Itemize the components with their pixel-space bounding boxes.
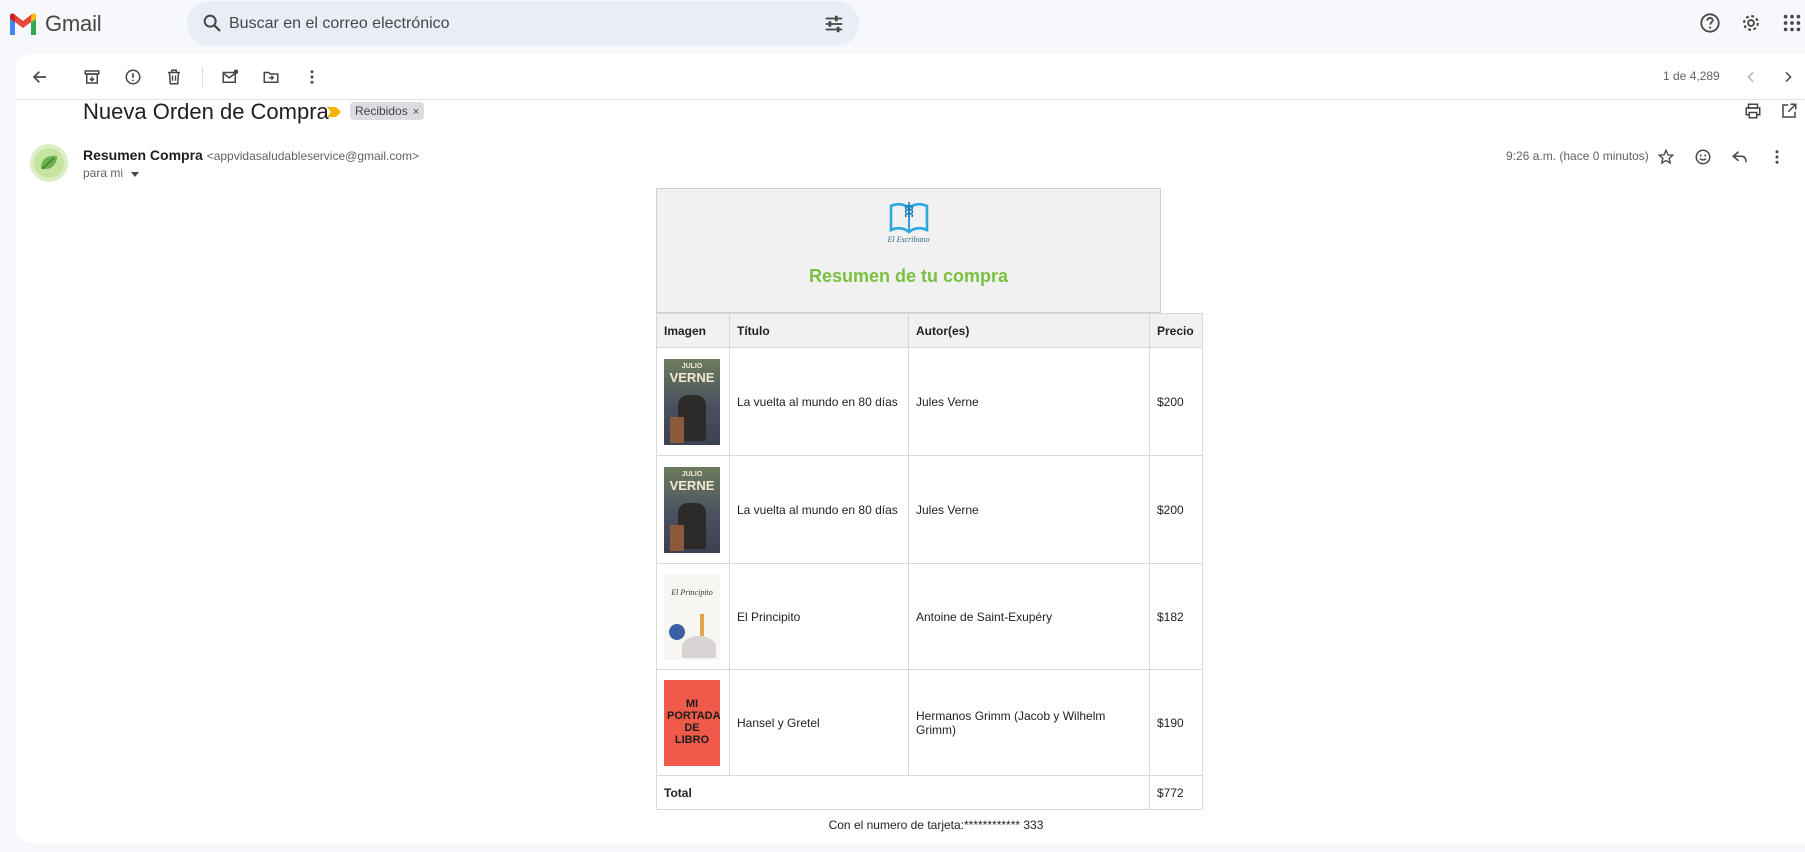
search-bar[interactable]: Buscar en el correo electrónico [187,1,859,46]
toolbar-divider [202,67,203,87]
print-icon[interactable] [1744,102,1762,120]
book-title: El Principito [729,563,909,670]
book-author: Antoine de Saint-Exupéry [908,563,1150,670]
help-icon[interactable] [1699,12,1721,34]
move-to-folder-icon[interactable] [260,66,282,88]
book-price: $182 [1149,563,1203,670]
search-options-icon[interactable] [823,13,845,35]
brand-name: El Escribano [887,235,930,244]
leaf-icon [30,144,68,182]
cover-text: JULIO [681,470,703,478]
recipient-details[interactable]: para mi [83,166,141,180]
sender-name[interactable]: Resumen Compra [83,147,203,163]
column-header-price: Precio [1149,313,1203,348]
older-chevron-right-icon[interactable] [1777,66,1799,88]
table-row: El Principito El Principito Antoine de S… [656,563,1203,670]
open-book-logo-icon [889,202,929,234]
cover-illustration [670,524,684,551]
received-time: 9:26 a.m. (hace 0 minutos) [1506,149,1649,163]
book-author: Jules Verne [908,347,1150,456]
total-row: Total $772 [656,775,1203,810]
book-title: Hansel y Gretel [729,669,909,776]
top-bar: Gmail Buscar en el correo electrónico [0,0,1805,47]
caret-down-icon[interactable] [129,169,141,179]
search-input[interactable]: Buscar en el correo electrónico [229,15,450,33]
cover-title: El Principito [671,587,713,597]
apps-grid-icon[interactable] [1781,12,1803,34]
delete-trash-icon[interactable] [163,66,185,88]
recipient-label: para mi [83,166,124,180]
book-price: $200 [1149,347,1203,456]
settings-gear-icon[interactable] [1740,12,1762,34]
sender-avatar[interactable] [30,144,68,182]
pagination-count: 1 de 4,289 [1663,69,1720,83]
book-author: Jules Verne [908,455,1150,564]
message-toolbar: 1 de 4,289 [16,54,1805,100]
cover-illustration [670,416,684,443]
cover-title: MI PORTADA DE LIBRO [667,697,720,746]
book-cover-image[interactable]: JULIO VERNE [664,358,720,445]
message-more-icon[interactable] [1767,147,1787,167]
open-new-window-icon[interactable] [1780,102,1798,120]
book-cover-image[interactable]: JULIO VERNE [664,466,720,553]
important-marker-icon[interactable] [326,106,342,118]
cover-cell: MI PORTADA DE LIBRO [656,669,730,776]
mark-unread-icon[interactable] [219,66,241,88]
message-view: 1 de 4,289 Nueva Orden de Compra Recibid… [16,54,1805,843]
sender-line: Resumen Compra <appvidasaludableservice@… [83,147,419,163]
cover-title: VERNE [669,369,715,385]
newer-chevron-left-icon[interactable] [1740,66,1762,88]
gmail-logo-icon [10,13,36,35]
gmail-logo[interactable]: Gmail [8,11,102,37]
column-header-title: Título [729,313,909,348]
table-row: JULIO VERNE La vuelta al mundo en 80 día… [656,455,1203,564]
star-icon[interactable] [1656,147,1676,167]
cover-illustration [669,623,685,640]
cover-cell: JULIO VERNE [656,455,730,564]
gmail-wordmark: Gmail [45,11,102,36]
purchase-summary-heading: Resumen de tu compra [808,266,1009,286]
sender-email: <appvidasaludableservice@gmail.com> [206,149,419,163]
remove-label-icon[interactable]: × [413,106,419,118]
reply-icon[interactable] [1730,147,1750,167]
cover-illustration [682,635,716,658]
cover-text: JULIO [681,362,703,370]
table-row: JULIO VERNE La vuelta al mundo en 80 día… [656,347,1203,456]
subject-row: Nueva Orden de Compra Recibidos × [16,99,1805,139]
book-title: La vuelta al mundo en 80 días [729,347,909,456]
email-header-banner: El Escribano Resumen de tu compra [656,188,1161,313]
book-title: La vuelta al mundo en 80 días [729,455,909,564]
book-price: $190 [1149,669,1203,776]
cover-illustration [700,613,704,636]
emoji-reaction-icon[interactable] [1693,147,1713,167]
book-price: $200 [1149,455,1203,564]
archive-icon[interactable] [81,66,103,88]
report-spam-icon[interactable] [122,66,144,88]
label-chip-inbox[interactable]: Recibidos × [350,102,425,120]
total-label: Total [656,775,1150,810]
table-header-row: Imagen Título Autor(es) Precio [656,313,1203,348]
column-header-image: Imagen [656,313,730,348]
email-subject: Nueva Orden de Compra [83,99,329,124]
card-number-line: Con el numero de tarjeta:************ 33… [828,818,1044,832]
search-icon[interactable] [201,12,223,34]
order-items-table: Imagen Título Autor(es) Precio JULIO VER… [656,313,1203,810]
back-arrow-icon[interactable] [29,66,51,88]
book-author: Hermanos Grimm (Jacob y Wilhelm Grimm) [908,669,1150,776]
book-cover-image[interactable]: MI PORTADA DE LIBRO [664,679,720,766]
total-value: $772 [1149,775,1203,810]
more-options-icon[interactable] [301,66,323,88]
label-chip-text: Recibidos [355,104,408,118]
book-cover-image[interactable]: El Principito [664,573,720,660]
table-row: MI PORTADA DE LIBRO Hansel y Gretel Herm… [656,669,1203,776]
column-header-author: Autor(es) [908,313,1150,348]
cover-cell: El Principito [656,563,730,670]
cover-title: VERNE [669,477,715,493]
cover-cell: JULIO VERNE [656,347,730,456]
